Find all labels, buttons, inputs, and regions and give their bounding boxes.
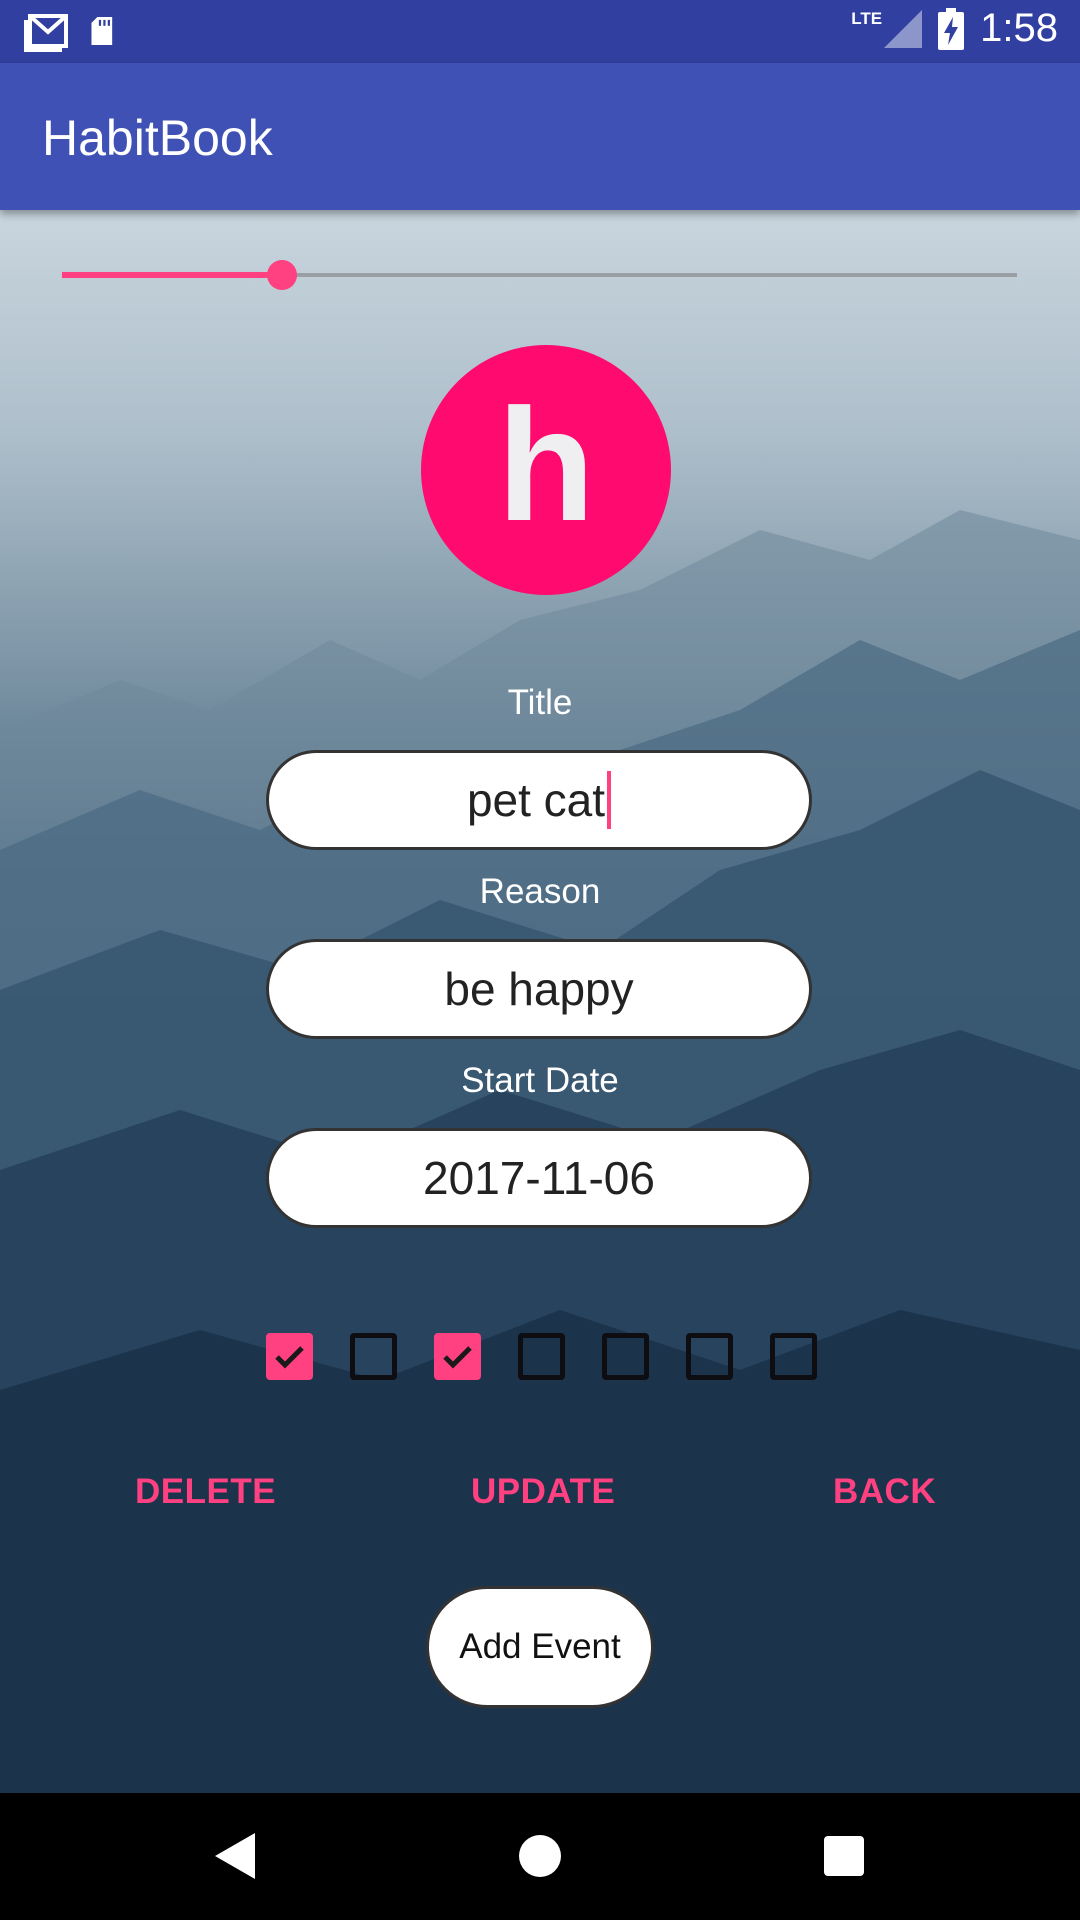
checkmark-icon — [443, 1346, 472, 1369]
recents-nav-icon[interactable] — [824, 1836, 864, 1876]
day-checkbox-1[interactable] — [266, 1333, 313, 1380]
reason-input-value: be happy — [444, 963, 634, 1015]
day-checkbox-7[interactable] — [770, 1333, 817, 1380]
title-input[interactable]: pet cat — [266, 750, 812, 850]
reason-input[interactable]: be happy — [266, 939, 812, 1039]
day-checkbox-5[interactable] — [602, 1333, 649, 1380]
day-checkbox-4[interactable] — [518, 1333, 565, 1380]
home-nav-icon[interactable] — [519, 1835, 561, 1877]
weekday-checkboxes — [266, 1333, 817, 1380]
add-event-button[interactable]: Add Event — [426, 1586, 654, 1708]
status-bar: LTE 1:58 — [0, 0, 1080, 63]
avatar-letter: h — [497, 375, 595, 554]
slider-fill — [62, 272, 282, 278]
checkmark-icon — [275, 1346, 304, 1369]
sd-card-icon — [91, 16, 113, 46]
clock: 1:58 — [980, 6, 1058, 50]
progress-slider[interactable] — [62, 260, 1017, 290]
gmail-icon — [24, 14, 68, 52]
navigation-bar — [0, 1793, 1080, 1920]
title-input-value: pet cat — [466, 774, 606, 826]
day-checkbox-3[interactable] — [434, 1333, 481, 1380]
network-type-label: LTE — [851, 8, 883, 28]
app-title: HabitBook — [42, 110, 273, 166]
start-date-value: 2017-11-06 — [423, 1152, 655, 1204]
start-date-input[interactable]: 2017-11-06 — [266, 1128, 812, 1228]
delete-button[interactable]: DELETE — [135, 1472, 276, 1512]
update-button[interactable]: UPDATE — [471, 1472, 615, 1512]
back-button[interactable]: BACK — [833, 1472, 936, 1512]
app-bar: HabitBook — [0, 63, 1080, 210]
signal-icon — [884, 9, 923, 48]
action-row: DELETE UPDATE BACK — [0, 1472, 1080, 1532]
title-label: Title — [507, 683, 573, 722]
habit-detail-screen: h Title pet cat Reason be happy Start Da… — [0, 210, 1080, 1793]
day-checkbox-2[interactable] — [350, 1333, 397, 1380]
text-cursor — [607, 771, 612, 829]
slider-thumb[interactable] — [266, 260, 297, 290]
battery-charging-icon — [938, 7, 965, 50]
back-nav-icon[interactable] — [215, 1833, 255, 1879]
habit-avatar: h — [421, 345, 671, 595]
reason-label: Reason — [479, 872, 601, 911]
day-checkbox-6[interactable] — [686, 1333, 733, 1380]
start-date-label: Start Date — [461, 1061, 619, 1100]
